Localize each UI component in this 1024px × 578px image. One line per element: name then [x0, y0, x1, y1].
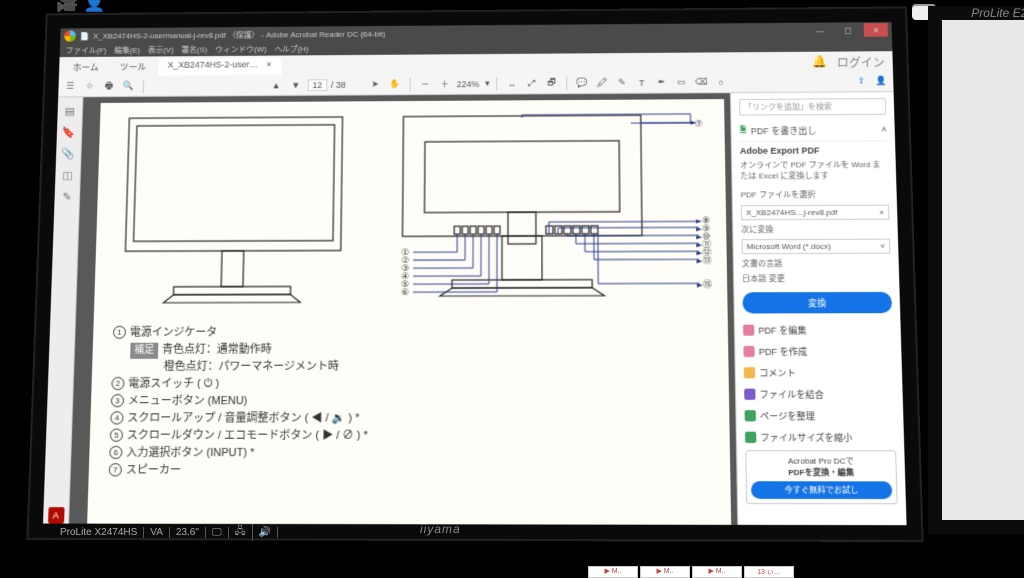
convert-button[interactable]: 変換 [742, 292, 892, 314]
login-link[interactable]: ログイン [837, 54, 885, 71]
primary-monitor: 📄 X_XB2474HS-2-usermanual-j-rev8.pdf （保護… [43, 22, 907, 525]
try-free-button[interactable]: 今すぐ無料でお試し [751, 481, 892, 499]
zoom-menu-icon[interactable]: ▾ [485, 78, 489, 89]
pro-upsell: Acrobat Pro DCで PDFを変換・編集 今すぐ無料でお試し [745, 450, 897, 504]
acrobat-logo-icon[interactable]: A [48, 507, 65, 523]
highlight-icon[interactable]: 🖍 [594, 75, 610, 91]
webcam-right [912, 4, 936, 20]
file-select[interactable]: X_XB2474HS…j-rev8.pdf× [741, 204, 889, 220]
svg-text:⑮: ⑮ [703, 279, 712, 289]
tab-document[interactable]: X_XB2474HS-2-user… × [158, 57, 282, 75]
thumbnails-icon[interactable]: ▤ [62, 103, 78, 119]
fit-width-icon[interactable]: ↔ [504, 76, 520, 92]
page-down-icon[interactable]: ▼ [288, 77, 304, 93]
page-up-icon[interactable]: ▲ [268, 77, 284, 93]
link-create-pdf[interactable]: PDF を作成 [743, 343, 893, 361]
minimize-button[interactable]: — [808, 23, 832, 37]
document-viewport[interactable]: ①②③ ④⑤⑥ [69, 93, 737, 525]
search-icon[interactable]: 🔍 [120, 78, 136, 94]
webcam-decor: 🎥 👤 [56, 0, 106, 13]
link-compress[interactable]: ファイルサイズを縮小 [745, 429, 896, 447]
link-organize[interactable]: ページを整理 [744, 407, 895, 424]
draw-icon[interactable]: ✎ [614, 75, 630, 91]
windows-logo-icon[interactable] [64, 30, 76, 42]
menu-sign[interactable]: 署名(S) [181, 44, 207, 55]
erase-icon[interactable]: ⌫ [693, 74, 709, 90]
acrobat-window: 📄 X_XB2474HS-2-usermanual-j-rev8.pdf （保護… [43, 22, 907, 525]
fit-page-icon[interactable]: ⤢ [524, 75, 540, 91]
monitor-info: ProLite X2474HSVA23.6" 🖵🖧🔊 [60, 524, 278, 541]
link-comment[interactable]: コメント [744, 364, 894, 382]
tab-tools[interactable]: ツール [110, 58, 156, 76]
bell-icon[interactable]: 🔔 [812, 55, 827, 72]
taskbar-tray: ▶ M.. ▶ M.. ▶ M.. 13 ぃ… [588, 566, 794, 578]
monitor-diagrams: ①②③ ④⑤⑥ [113, 109, 713, 319]
tray-item[interactable]: 13 ぃ… [744, 566, 794, 578]
close-button[interactable]: ✕ [864, 23, 888, 37]
tab-close-icon[interactable]: × [266, 59, 271, 69]
lang-value[interactable]: 日本語 変更 [742, 273, 891, 285]
svg-text:⑬: ⑬ [702, 255, 711, 265]
star-icon[interactable]: ☆ [82, 78, 98, 93]
link-edit-pdf[interactable]: PDF を編集 [743, 321, 893, 339]
hand-icon[interactable]: ✋ [387, 76, 403, 92]
secondary-monitor [942, 20, 1024, 520]
export-brand: Adobe Export PDF [740, 145, 888, 156]
sign-icon[interactable]: ✒ [654, 75, 670, 91]
file-label: PDF ファイルを選択 [741, 189, 889, 201]
menu-view[interactable]: 表示(V) [148, 44, 174, 55]
tray-item[interactable]: ▶ M.. [640, 566, 690, 578]
link-combine[interactable]: ファイルを結合 [744, 386, 895, 403]
chevron-up-icon: ˄ [881, 125, 887, 135]
menu-file[interactable]: ファイル(F) [65, 45, 106, 56]
window-title: X_XB2474HS-2-usermanual-j-rev8.pdf （保護） … [93, 28, 385, 41]
menu-edit[interactable]: 編集(E) [114, 45, 140, 56]
menu-window[interactable]: ウィンドウ(W) [215, 44, 267, 55]
lang-label: 文書の言語 [742, 257, 891, 269]
export-desc: オンラインで PDF ファイルを Word または Excel に変換します [740, 159, 888, 182]
read-mode-icon[interactable]: 🗗 [544, 75, 560, 91]
pdf-file-icon: 📄 [80, 32, 90, 41]
comment-icon[interactable]: 💬 [574, 75, 590, 91]
svg-text:⑥: ⑥ [401, 287, 409, 297]
attachments-icon[interactable]: 📎 [60, 146, 76, 162]
print-icon[interactable]: 🖶 [101, 78, 117, 94]
clear-icon[interactable]: × [879, 207, 884, 216]
export-pdf-icon: 🗎 [739, 122, 747, 138]
tray-item[interactable]: ▶ M.. [692, 566, 742, 578]
tool-search-input[interactable]: 「リンクを追加」を検索 [739, 98, 886, 116]
stamp-icon[interactable]: ▭ [673, 74, 689, 90]
page-number[interactable]: 12 [307, 79, 327, 91]
secondary-brand: ProLite E22 [971, 6, 1024, 20]
sidebar-toggle-icon[interactable]: ☰ [62, 79, 78, 94]
share-icon[interactable]: ⇪ [853, 73, 869, 89]
page-total: / 38 [331, 80, 346, 90]
export-pdf-acc[interactable]: 🗎 PDF を書き出し ˄ [739, 119, 887, 142]
tab-home[interactable]: ホーム [63, 59, 109, 77]
zoom-in-icon[interactable]: ＋ [437, 76, 453, 92]
text-icon[interactable]: T [634, 75, 650, 91]
signatures-icon[interactable]: ✎ [59, 189, 75, 205]
more-tools-icon[interactable]: ○ [713, 74, 729, 90]
right-panel: 「リンクを追加」を検索 🗎 PDF を書き出し ˄ Adobe Export P… [730, 92, 907, 525]
chevron-down-icon: ˅ [880, 241, 885, 250]
menu-help[interactable]: ヘルプ(H) [274, 43, 308, 54]
convert-select[interactable]: Microsoft Word (*.docx)˅ [741, 238, 890, 254]
maximize-button[interactable]: ▢ [836, 23, 860, 37]
page-content: ①②③ ④⑤⑥ [86, 99, 732, 525]
bookmarks-icon[interactable]: 🔖 [61, 124, 77, 140]
account-icon[interactable]: 👤 [873, 73, 889, 89]
tab-document-label: X_XB2474HS-2-user… [167, 60, 258, 70]
zoom-out-icon[interactable]: － [417, 76, 433, 92]
description-list: 1電源インジケータ 補足青色点灯：通常動作時 橙色点灯：パワーマネージメント時 … [109, 324, 710, 481]
convert-label: 次に変換 [741, 223, 890, 235]
zoom-value[interactable]: 224% [457, 79, 480, 89]
pointer-icon[interactable]: ➤ [367, 77, 383, 93]
svg-text:⑦: ⑦ [695, 119, 703, 129]
monitor-brand: iiyama [420, 522, 461, 536]
tray-item[interactable]: ▶ M.. [588, 566, 638, 578]
layers-icon[interactable]: ◫ [60, 167, 76, 183]
